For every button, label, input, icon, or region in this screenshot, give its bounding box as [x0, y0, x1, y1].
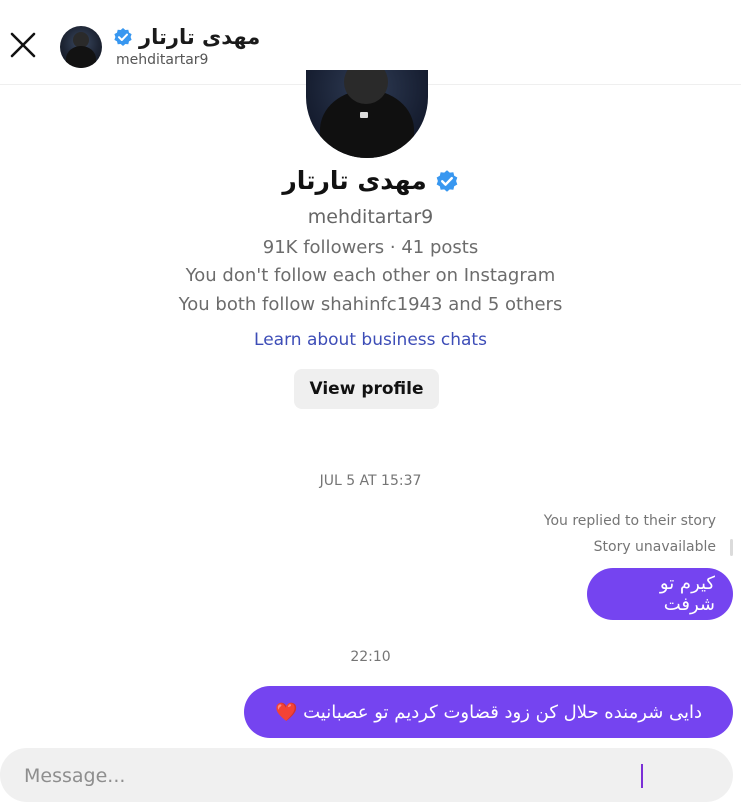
close-icon[interactable]: [8, 30, 38, 60]
header-username: mehditartar9: [116, 52, 209, 68]
timestamp: JUL 5 AT 15:37: [319, 473, 422, 489]
message-bubble[interactable]: کیرم تو شرفت: [587, 568, 733, 620]
learn-business-chats-link[interactable]: Learn about business chats: [0, 330, 741, 350]
profile-avatar[interactable]: [306, 70, 428, 158]
message-composer[interactable]: [0, 748, 733, 802]
mutual-followers: You both follow shahinfc1943 and 5 other…: [178, 294, 563, 315]
story-reply-note: You replied to their story: [543, 513, 716, 529]
profile-display-name: مهدی تارتار: [282, 166, 427, 195]
header-avatar[interactable]: [60, 26, 102, 68]
timestamp: 22:10: [350, 649, 391, 665]
message-bubble[interactable]: دایی شرمنده حلال کن زود قضاوت کردیم تو ع…: [244, 686, 733, 738]
message-input[interactable]: [22, 758, 586, 794]
profile-username: mehditartar9: [307, 206, 434, 228]
profile-name-row: مهدی تارتار: [0, 166, 741, 195]
view-profile-button[interactable]: View profile: [294, 369, 439, 409]
story-status: Story unavailable: [593, 539, 716, 555]
verified-badge-icon: [436, 169, 458, 192]
story-reply-bar: [730, 539, 733, 556]
follow-status: You don't follow each other on Instagram: [185, 265, 556, 286]
text-cursor: [641, 764, 643, 788]
header-name-row[interactable]: مهدی تارتار: [113, 22, 260, 52]
verified-badge-icon: [114, 28, 132, 46]
header-display-name: مهدی تارتار: [139, 25, 261, 49]
profile-stats: 91K followers · 41 posts: [262, 237, 479, 258]
